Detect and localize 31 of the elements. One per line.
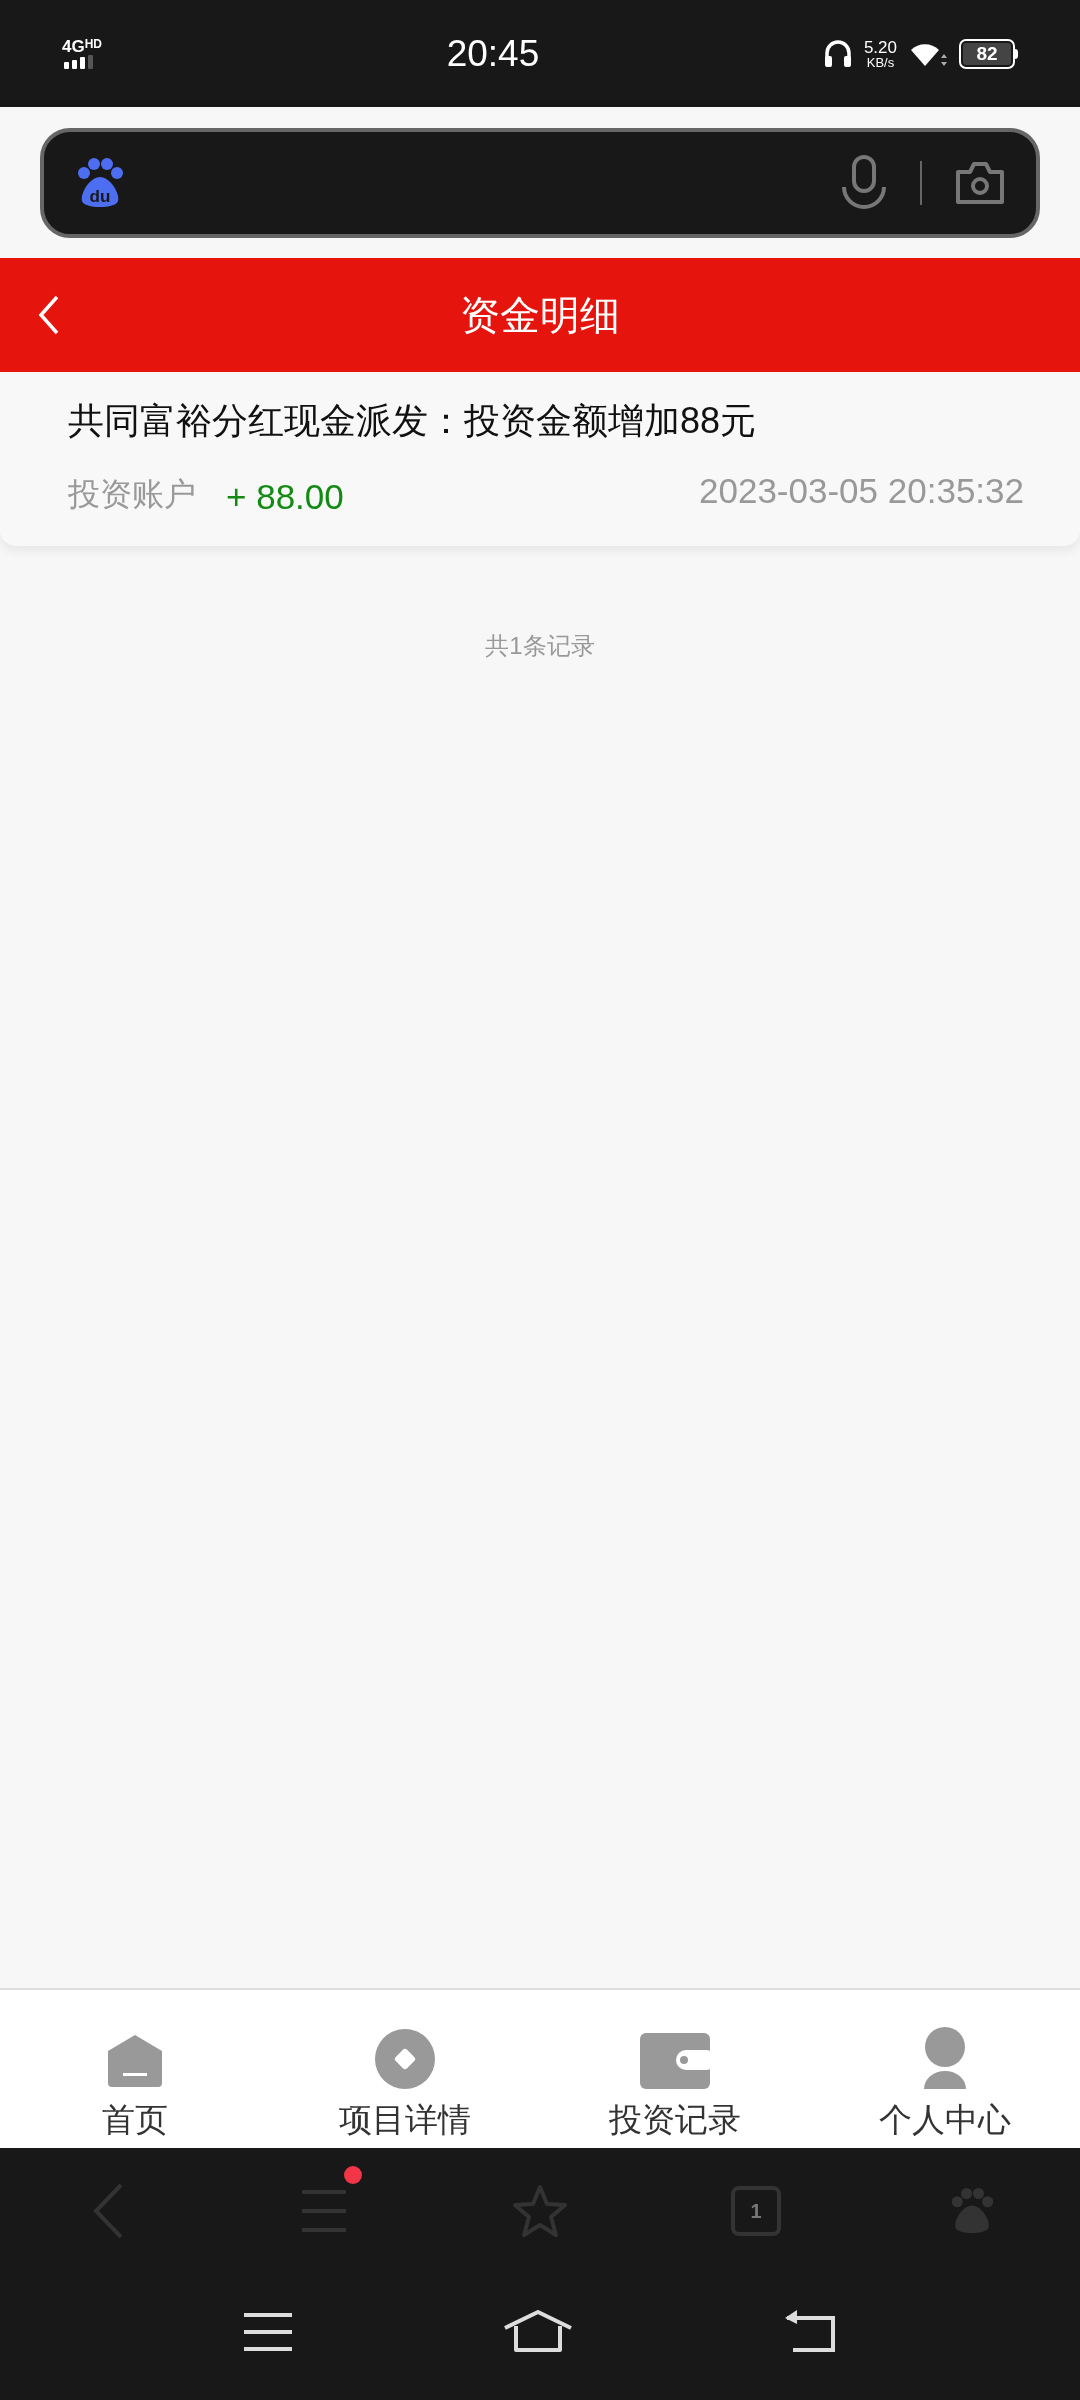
home-icon[interactable]	[503, 2310, 573, 2354]
camera-icon[interactable]	[954, 159, 1006, 206]
wallet-icon	[640, 2033, 710, 2089]
menu-icon[interactable]	[243, 2312, 293, 2352]
tab-bar-item[interactable]: 投资记录	[540, 1990, 810, 2148]
network-hd-label: HD	[84, 38, 103, 50]
person-icon	[922, 2027, 968, 2089]
diamond-circle-icon	[375, 2029, 435, 2089]
back-icon	[38, 295, 60, 335]
page-title: 资金明细	[460, 292, 620, 339]
tabs-button[interactable]: 1	[731, 2186, 781, 2236]
signal-icon	[62, 55, 94, 69]
account-label: 投资账户	[68, 474, 196, 514]
tab-bar-item[interactable]: 首页	[0, 1990, 270, 2148]
clock: 20:45	[445, 31, 540, 76]
headphones-icon	[823, 38, 852, 69]
record-count: 共1条记录	[485, 630, 595, 661]
network-type: 4G	[62, 38, 85, 55]
tab-bar-item[interactable]: 个人中心	[810, 1990, 1080, 2148]
return-icon[interactable]	[783, 2310, 837, 2354]
record-title: 共同富裕分红现金派发：投资金额增加88元	[68, 399, 758, 443]
record-amount: + 88.00	[226, 476, 344, 518]
star-icon[interactable]	[512, 2184, 568, 2238]
network-speed: 5.20	[863, 38, 897, 56]
search-bar[interactable]: du	[40, 127, 1040, 238]
speed-unit: KB/s	[866, 55, 895, 69]
battery-level: 82	[976, 44, 998, 63]
house-icon	[106, 2033, 164, 2089]
record-time: 2023-03-05 20:35:32	[699, 470, 1024, 512]
microphone-icon[interactable]	[840, 154, 888, 211]
tab-bar-item[interactable]: 项目详情	[270, 1990, 540, 2148]
